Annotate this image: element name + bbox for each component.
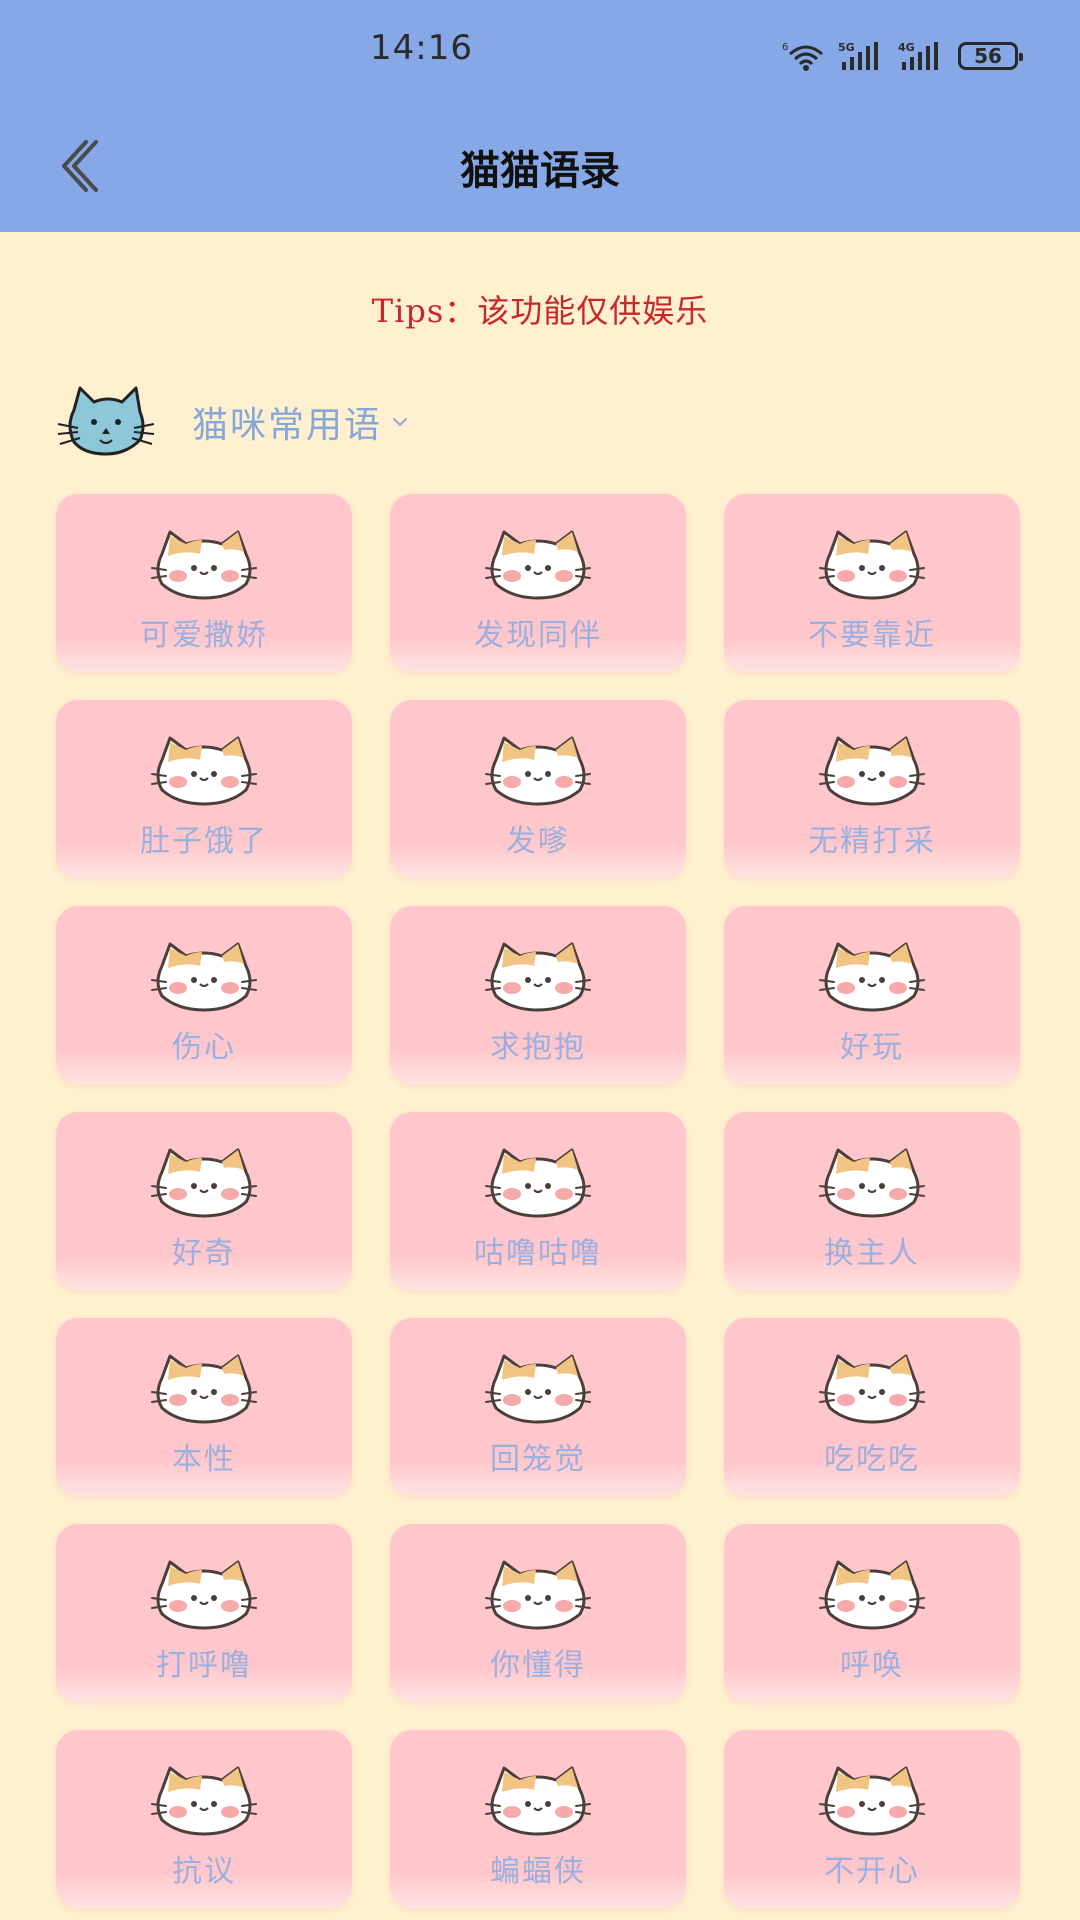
- cat-icon: [819, 530, 925, 600]
- phrase-label: 发嗲: [506, 824, 570, 859]
- phrase-label: 抗议: [172, 1854, 236, 1889]
- cat-icon: [151, 1354, 257, 1424]
- cat-face-icon: [57, 386, 155, 456]
- phrase-label: 打呼噜: [156, 1648, 252, 1683]
- cat-icon: [485, 942, 591, 1012]
- phrase-label: 伤心: [172, 1030, 236, 1065]
- phrase-card-8[interactable]: 好玩: [724, 906, 1020, 1084]
- phrase-label: 呼唤: [840, 1648, 904, 1683]
- cat-icon: [151, 1560, 257, 1630]
- phrase-card-14[interactable]: 吃吃吃: [724, 1318, 1020, 1496]
- phrase-label: 不要靠近: [808, 618, 936, 653]
- phrase-card-3[interactable]: 肚子饿了: [56, 700, 352, 878]
- cat-icon: [485, 530, 591, 600]
- cat-icon: [819, 1148, 925, 1218]
- cat-icon: [819, 736, 925, 806]
- phrase-card-15[interactable]: 打呼噜: [56, 1524, 352, 1702]
- phrase-label: 回笼觉: [490, 1442, 586, 1477]
- category-label: 猫咪常用语: [192, 405, 383, 446]
- cat-icon: [151, 942, 257, 1012]
- battery-level: 56: [974, 44, 1002, 68]
- cat-icon: [485, 1354, 591, 1424]
- cat-icon: [485, 736, 591, 806]
- phrase-card-5[interactable]: 无精打采: [724, 700, 1020, 878]
- phrase-card-0[interactable]: 可爱撒娇: [56, 494, 352, 672]
- phrase-card-4[interactable]: 发嗲: [390, 700, 686, 878]
- svg-text:6: 6: [782, 42, 788, 53]
- phrase-card-12[interactable]: 本性: [56, 1318, 352, 1496]
- phrase-card-17[interactable]: 呼唤: [724, 1524, 1020, 1702]
- phrase-label: 好玩: [840, 1030, 904, 1065]
- cat-icon: [485, 1560, 591, 1630]
- phrase-card-1[interactable]: 发现同伴: [390, 494, 686, 672]
- battery-icon: 56: [958, 42, 1023, 70]
- phrase-grid: 可爱撒娇 发现同伴 不要靠近 肚子饿了 发嗲 无精打采 伤心 求抱抱 好玩 好奇…: [56, 494, 1026, 1908]
- page-title: 猫猫语录: [460, 148, 620, 194]
- svg-text:4G: 4G: [898, 41, 915, 54]
- phrase-label: 蝙蝠侠: [490, 1854, 586, 1889]
- phrase-card-19[interactable]: 蝙蝠侠: [390, 1730, 686, 1908]
- phrase-label: 吃吃吃: [824, 1442, 920, 1477]
- signal-5g-icon: 5G: [838, 41, 878, 70]
- phrase-label: 求抱抱: [490, 1030, 586, 1065]
- status-icons: 6 5G 4G 56: [782, 36, 1023, 76]
- phrase-label: 无精打采: [808, 824, 936, 859]
- tips-text: Tips：该功能仅供娱乐: [371, 292, 709, 330]
- phrase-label: 可爱撒娇: [140, 618, 268, 653]
- phrase-card-11[interactable]: 换主人: [724, 1112, 1020, 1290]
- phrase-label: 好奇: [172, 1236, 236, 1271]
- phrase-label: 不开心: [824, 1854, 920, 1889]
- status-time: 14:16: [370, 28, 473, 68]
- cat-icon: [151, 1766, 257, 1836]
- phrase-label: 肚子饿了: [140, 824, 268, 859]
- category-row: 猫咪常用语: [56, 378, 410, 466]
- phrase-label: 本性: [172, 1442, 236, 1477]
- svg-text:5G: 5G: [838, 41, 855, 54]
- phrase-card-7[interactable]: 求抱抱: [390, 906, 686, 1084]
- cat-icon: [819, 1560, 925, 1630]
- phrase-card-16[interactable]: 你懂得: [390, 1524, 686, 1702]
- phrase-card-10[interactable]: 咕噜咕噜: [390, 1112, 686, 1290]
- phrase-label: 你懂得: [490, 1648, 586, 1683]
- phrase-card-6[interactable]: 伤心: [56, 906, 352, 1084]
- cat-icon: [819, 942, 925, 1012]
- cat-icon: [151, 1148, 257, 1218]
- phrase-card-18[interactable]: 抗议: [56, 1730, 352, 1908]
- phrase-label: 换主人: [824, 1236, 920, 1271]
- chevron-down-icon: [393, 418, 408, 427]
- category-selector[interactable]: 猫咪常用语: [192, 396, 410, 448]
- signal-4g-icon: 4G: [898, 41, 938, 70]
- phrase-card-20[interactable]: 不开心: [724, 1730, 1020, 1908]
- cat-icon: [485, 1148, 591, 1218]
- app-header: 14:16 6 5G 4G 56 猫猫语录: [0, 0, 1080, 232]
- cat-icon: [151, 530, 257, 600]
- cat-icon: [819, 1354, 925, 1424]
- phrase-label: 发现同伴: [474, 618, 602, 653]
- cat-icon: [485, 1766, 591, 1836]
- phrase-card-9[interactable]: 好奇: [56, 1112, 352, 1290]
- cat-icon: [151, 736, 257, 806]
- phrase-card-13[interactable]: 回笼觉: [390, 1318, 686, 1496]
- phrase-card-2[interactable]: 不要靠近: [724, 494, 1020, 672]
- phrase-label: 咕噜咕噜: [474, 1236, 602, 1271]
- cat-icon: [819, 1766, 925, 1836]
- wifi-icon: 6: [782, 42, 823, 71]
